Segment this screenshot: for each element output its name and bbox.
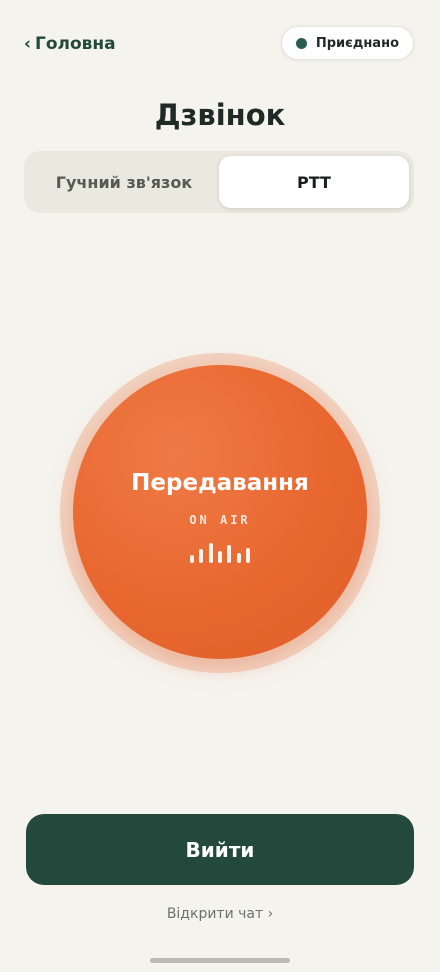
push-to-talk-button[interactable]: Передавання ON AIR	[73, 365, 367, 659]
back-link[interactable]: ‹ Головна	[24, 34, 116, 54]
status-label: Приєднано	[315, 35, 399, 51]
tab-speakerphone[interactable]: Гучний зв'язок	[29, 156, 219, 208]
mode-segmented-control: Гучний зв'язок PTT	[24, 151, 414, 213]
home-indicator	[150, 958, 290, 963]
tab-ptt[interactable]: PTT	[219, 156, 409, 208]
page-title: Дзвінок	[154, 98, 286, 132]
open-chat-link[interactable]: Відкрити чат ›	[0, 906, 440, 922]
connection-status-badge: Приєднано	[280, 26, 414, 60]
ptt-label: Передавання	[131, 470, 309, 496]
on-air-label: ON AIR	[189, 513, 251, 527]
top-bar: ‹ Головна Приєднано	[0, 0, 440, 90]
chevron-left-icon: ‹	[24, 34, 32, 54]
back-label: Головна	[35, 34, 116, 54]
status-dot-icon	[295, 37, 307, 49]
waveform-icon	[190, 541, 250, 563]
exit-button[interactable]: Вийти	[26, 814, 414, 885]
